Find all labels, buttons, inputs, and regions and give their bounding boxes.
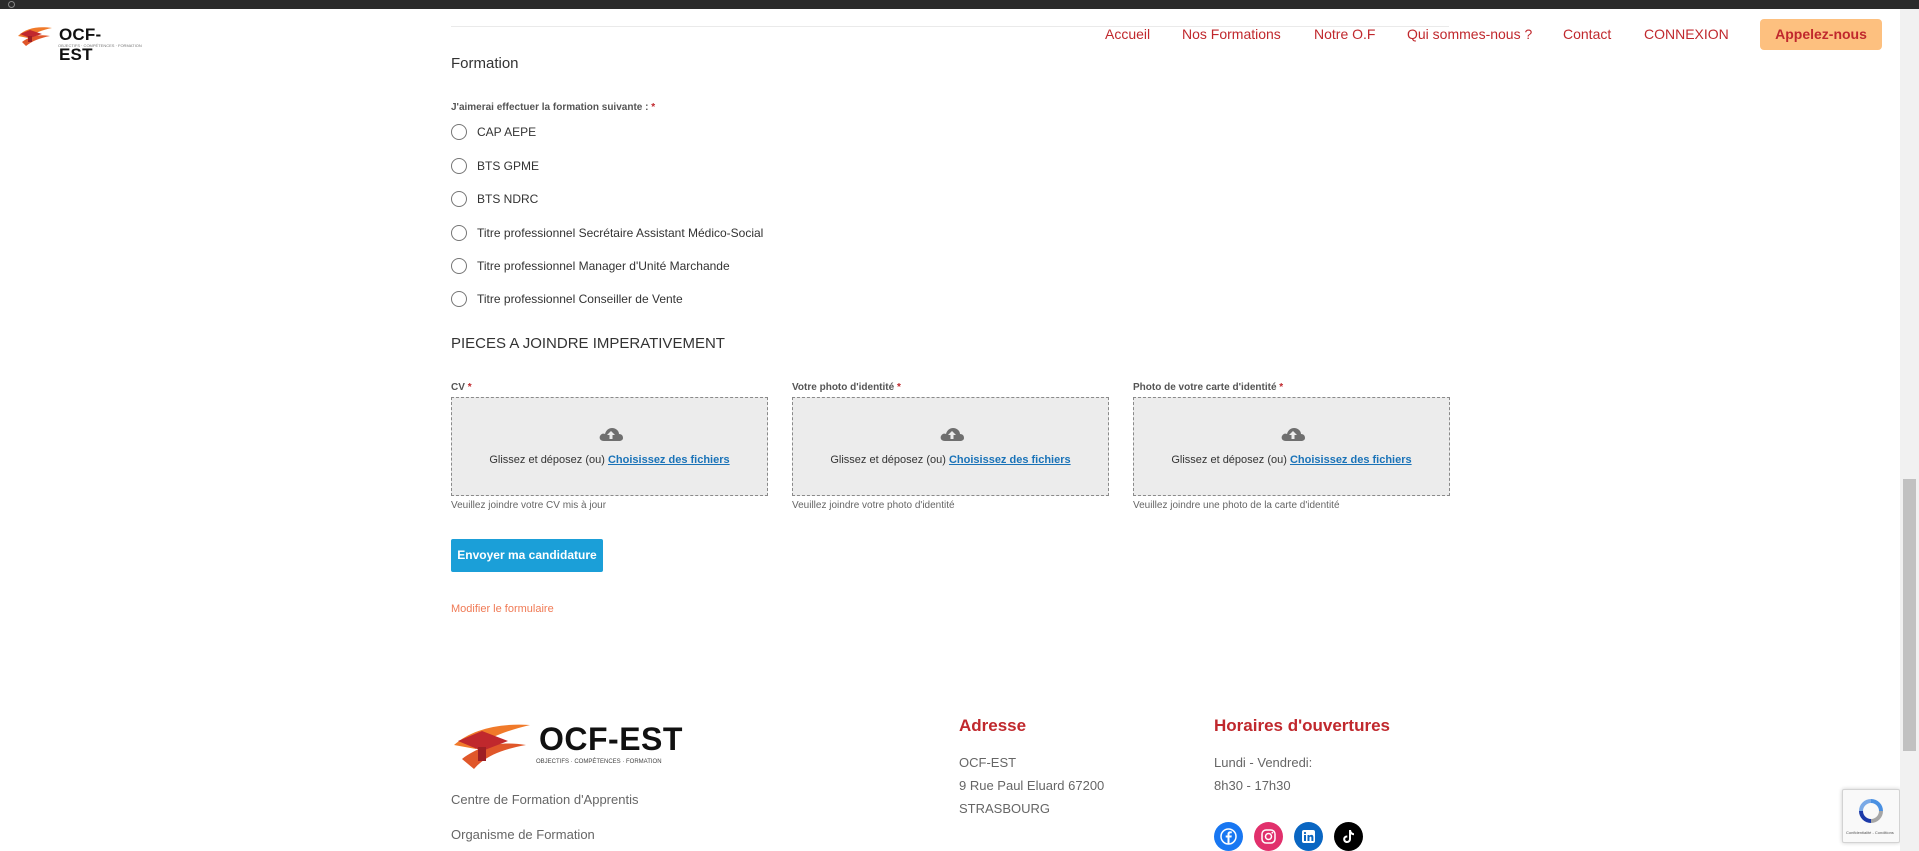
radio-label: Titre professionnel Manager d'Unité Marc… [477,259,730,273]
radio-option-bts-ndrc[interactable]: BTS NDRC [451,189,538,209]
address-line: 9 Rue Paul Eluard 67200 [959,778,1105,793]
id-card-dropzone[interactable]: Glissez et déposez (ou) Choisissez des f… [1133,397,1450,496]
radio-option-secretaire-assistant[interactable]: Titre professionnel Secrétaire Assistant… [451,223,763,243]
choose-files-link[interactable]: Choisissez des fichiers [949,454,1071,466]
radio-button[interactable] [451,124,467,140]
choose-files-link[interactable]: Choisissez des fichiers [1290,454,1412,466]
radio-label: Titre professionnel Secrétaire Assistant… [477,226,764,240]
address-title: Adresse [959,716,1027,735]
recaptcha-icon [1859,799,1883,823]
nav-nos-formations[interactable]: Nos Formations [1182,26,1281,42]
site-header: OCF-EST OBJECTIFS · COMPÉTENCES · FORMAT… [0,9,1900,64]
photo-upload-label: Votre photo d'identité * [792,382,901,393]
radio-label: CAP AEPE [477,125,537,139]
recaptcha-privacy-text[interactable]: Confidentialité - Conditions [1846,830,1894,835]
radio-option-manager-unite[interactable]: Titre professionnel Manager d'Unité Marc… [451,256,730,276]
nav-notre-of[interactable]: Notre O.F [1314,26,1375,42]
formation-question-label: J'aimerai effectuer la formation suivant… [451,102,656,113]
radio-label: BTS NDRC [477,192,539,206]
logo-mark-icon [18,27,52,46]
logo-mark-icon [454,724,530,769]
footer-logo[interactable]: OCF-EST OBJECTIFS · COMPÉTENCES · FORMAT… [450,715,690,775]
divider [451,26,1449,27]
linkedin-icon[interactable] [1294,822,1323,851]
radio-option-conseiller-vente[interactable]: Titre professionnel Conseiller de Vente [451,289,683,309]
cloud-upload-icon [1281,428,1305,441]
appelez-nous-button[interactable]: Appelez-nous [1760,19,1882,50]
instagram-icon[interactable] [1254,822,1283,851]
submit-application-button[interactable]: Envoyer ma candidature [451,539,603,572]
radio-button[interactable] [451,158,467,174]
radio-button[interactable] [451,225,467,241]
address-line: STRASBOURG [959,801,1051,816]
recaptcha-badge[interactable]: Confidentialité - Conditions [1842,789,1900,843]
edit-form-link[interactable]: Modifier le formulaire [451,603,554,615]
choose-files-link[interactable]: Choisissez des fichiers [608,454,730,466]
radio-button[interactable] [451,291,467,307]
nav-accueil[interactable]: Accueil [1105,26,1150,42]
radio-label: BTS GPME [477,159,540,173]
footer-link-of[interactable]: Organisme de Formation [451,827,595,842]
formation-section-title: Formation [451,55,519,72]
id-card-upload-label: Photo de votre carte d'identité * [1133,382,1284,393]
footer-link-cfa[interactable]: Centre de Formation d'Apprentis [451,792,638,807]
footer-logo-text: OCF-EST [539,721,683,757]
dropzone-text: Glissez et déposez (ou) Choisissez des f… [830,454,1071,466]
radio-option-bts-gpme[interactable]: BTS GPME [451,156,539,176]
hours-line: Lundi - Vendredi: [1214,755,1313,770]
dropzone-text: Glissez et déposez (ou) Choisissez des f… [489,454,730,466]
radio-button[interactable] [451,258,467,274]
browser-top-strip [0,0,1919,9]
nav-connexion[interactable]: CONNEXION [1644,26,1729,42]
hours-title: Horaires d'ouvertures [1214,716,1390,735]
page-scrollbar[interactable] [1900,9,1919,851]
nav-contact[interactable]: Contact [1563,26,1611,42]
cv-dropzone[interactable]: Glissez et déposez (ou) Choisissez des f… [451,397,768,496]
radio-label: Titre professionnel Conseiller de Vente [477,292,683,306]
footer-logo-tagline: OBJECTIFS · COMPÉTENCES · FORMATION [536,759,662,765]
header-logo[interactable]: OCF-EST OBJECTIFS · COMPÉTENCES · FORMAT… [16,22,142,64]
id-card-help-text: Veuillez joindre une photo de la carte d… [1133,500,1340,511]
photo-help-text: Veuillez joindre votre photo d'identité [792,500,955,511]
dropzone-text: Glissez et déposez (ou) Choisissez des f… [1171,454,1412,466]
address-line: OCF-EST [959,755,1017,770]
scrollbar-thumb[interactable] [1903,479,1916,751]
cloud-upload-icon [940,428,964,441]
cv-upload-label: CV * [451,382,472,393]
tiktok-icon[interactable] [1334,822,1363,851]
hours-line: 8h30 - 17h30 [1214,778,1291,793]
facebook-icon[interactable] [1214,822,1243,851]
pieces-section-title: PIECES A JOINDRE IMPERATIVEMENT [451,335,725,352]
browser-icon [8,1,15,8]
radio-button[interactable] [451,191,467,207]
header-logo-tagline: OBJECTIFS · COMPÉTENCES · FORMATION [58,43,142,48]
cloud-upload-icon [599,428,623,441]
radio-option-cap-aepe[interactable]: CAP AEPE [451,122,536,142]
cv-help-text: Veuillez joindre votre CV mis à jour [451,500,607,511]
required-mark: * [651,102,656,113]
nav-qui-sommes-nous[interactable]: Qui sommes-nous ? [1407,26,1532,42]
photo-dropzone[interactable]: Glissez et déposez (ou) Choisissez des f… [792,397,1109,496]
